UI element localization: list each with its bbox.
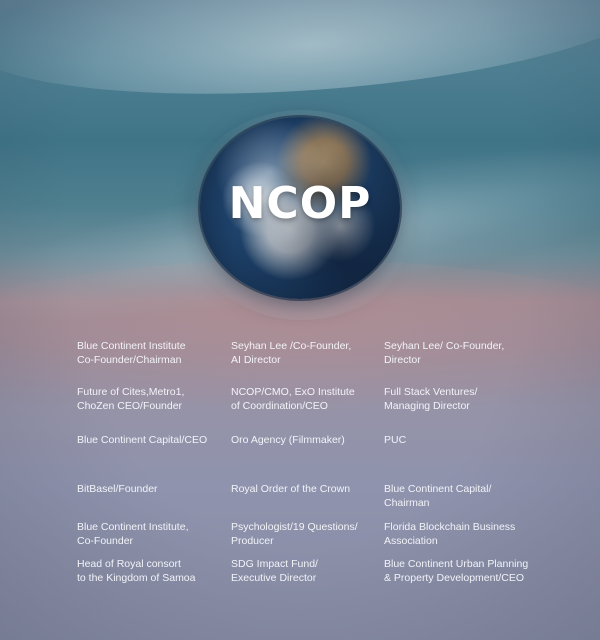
roles-row: Head of Royal consort to the Kingdom of … xyxy=(77,557,547,607)
roles-row: BitBasel/Founder Royal Order of the Crow… xyxy=(77,482,547,520)
roles-grid: Blue Continent Institute Co-Founder/Chai… xyxy=(77,339,547,607)
role-text: BitBasel/Founder xyxy=(77,483,158,495)
role-text: Blue Continent Institute, Co-Founder xyxy=(77,521,189,547)
role-text: Seyhan Lee/ Co-Founder, Director xyxy=(384,340,505,366)
role-text: Future of Cites,Metro1, ChoZen CEO/Found… xyxy=(77,386,185,412)
roles-row: Blue Continent Institute Co-Founder/Chai… xyxy=(77,339,547,385)
role-text: Blue Continent Urban Planning & Property… xyxy=(384,558,529,584)
roles-row: Future of Cites,Metro1, ChoZen CEO/Found… xyxy=(77,385,547,433)
role-text: Blue Continent Capital/ Chairman xyxy=(384,483,492,509)
role-text: Royal Order of the Crown xyxy=(231,483,351,495)
role-text: Florida Blockchain Business Association xyxy=(384,521,516,547)
role-text: Head of Royal consort to the Kingdom of … xyxy=(77,558,196,584)
page-title: NCOP xyxy=(228,178,372,229)
role-text: Blue Continent Institute Co-Founder/Chai… xyxy=(77,340,186,366)
role-text: Psychologist/19 Questions/ Producer xyxy=(231,521,358,547)
role-text: Seyhan Lee /Co-Founder, AI Director xyxy=(231,340,352,366)
role-text: SDG Impact Fund/ Executive Director xyxy=(231,558,318,584)
role-text: PUC xyxy=(384,434,407,446)
role-text: Blue Continent Capital/CEO xyxy=(77,434,208,446)
roles-row: Blue Continent Institute, Co-Founder Psy… xyxy=(77,520,547,557)
ncop-team-page: NCOP Blue Continent Institute Co-Founder… xyxy=(0,0,600,640)
role-text: NCOP/CMO, ExO Institute of Coordination/… xyxy=(231,386,355,412)
role-text: Oro Agency (Filmmaker) xyxy=(231,434,345,446)
wave-foam xyxy=(0,0,600,115)
roles-row: Blue Continent Capital/CEO Oro Agency (F… xyxy=(77,433,547,482)
role-text: Full Stack Ventures/ Managing Director xyxy=(384,386,478,412)
